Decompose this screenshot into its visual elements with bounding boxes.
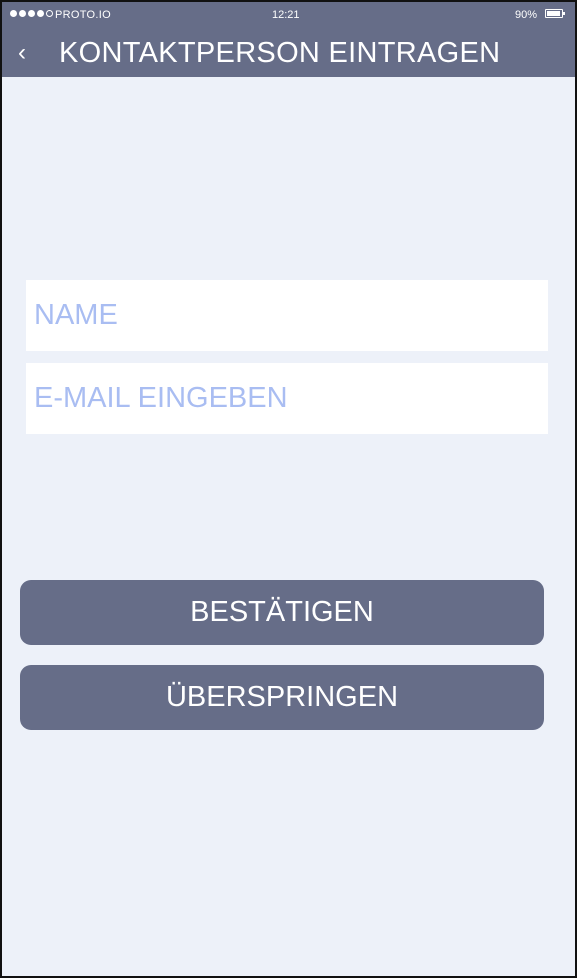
email-input[interactable] <box>26 363 548 434</box>
signal-dot-empty <box>46 10 53 17</box>
signal-dot <box>10 10 17 17</box>
back-chevron-icon[interactable]: ‹ <box>18 39 38 67</box>
top-bar: PROTO.IO 12:21 90% ‹ KONTAKTPERSON EINTR… <box>2 2 575 77</box>
page-title: KONTAKTPERSON EINTRAGEN <box>59 37 501 69</box>
confirm-button[interactable]: BESTÄTIGEN <box>20 580 544 645</box>
signal-dot <box>37 10 44 17</box>
carrier-label: PROTO.IO <box>55 9 111 21</box>
clock: 12:21 <box>272 9 300 21</box>
name-input[interactable] <box>26 280 548 351</box>
skip-button[interactable]: ÜBERSPRINGEN <box>20 665 544 730</box>
battery-percent: 90% <box>515 9 538 21</box>
phone-frame: PROTO.IO 12:21 90% ‹ KONTAKTPERSON EINTR… <box>0 0 577 978</box>
signal-dot <box>19 10 26 17</box>
status-bar: PROTO.IO 12:21 90% <box>2 2 575 28</box>
battery-icon <box>545 9 565 18</box>
signal-dot <box>28 10 35 17</box>
signal-icon <box>10 10 53 17</box>
